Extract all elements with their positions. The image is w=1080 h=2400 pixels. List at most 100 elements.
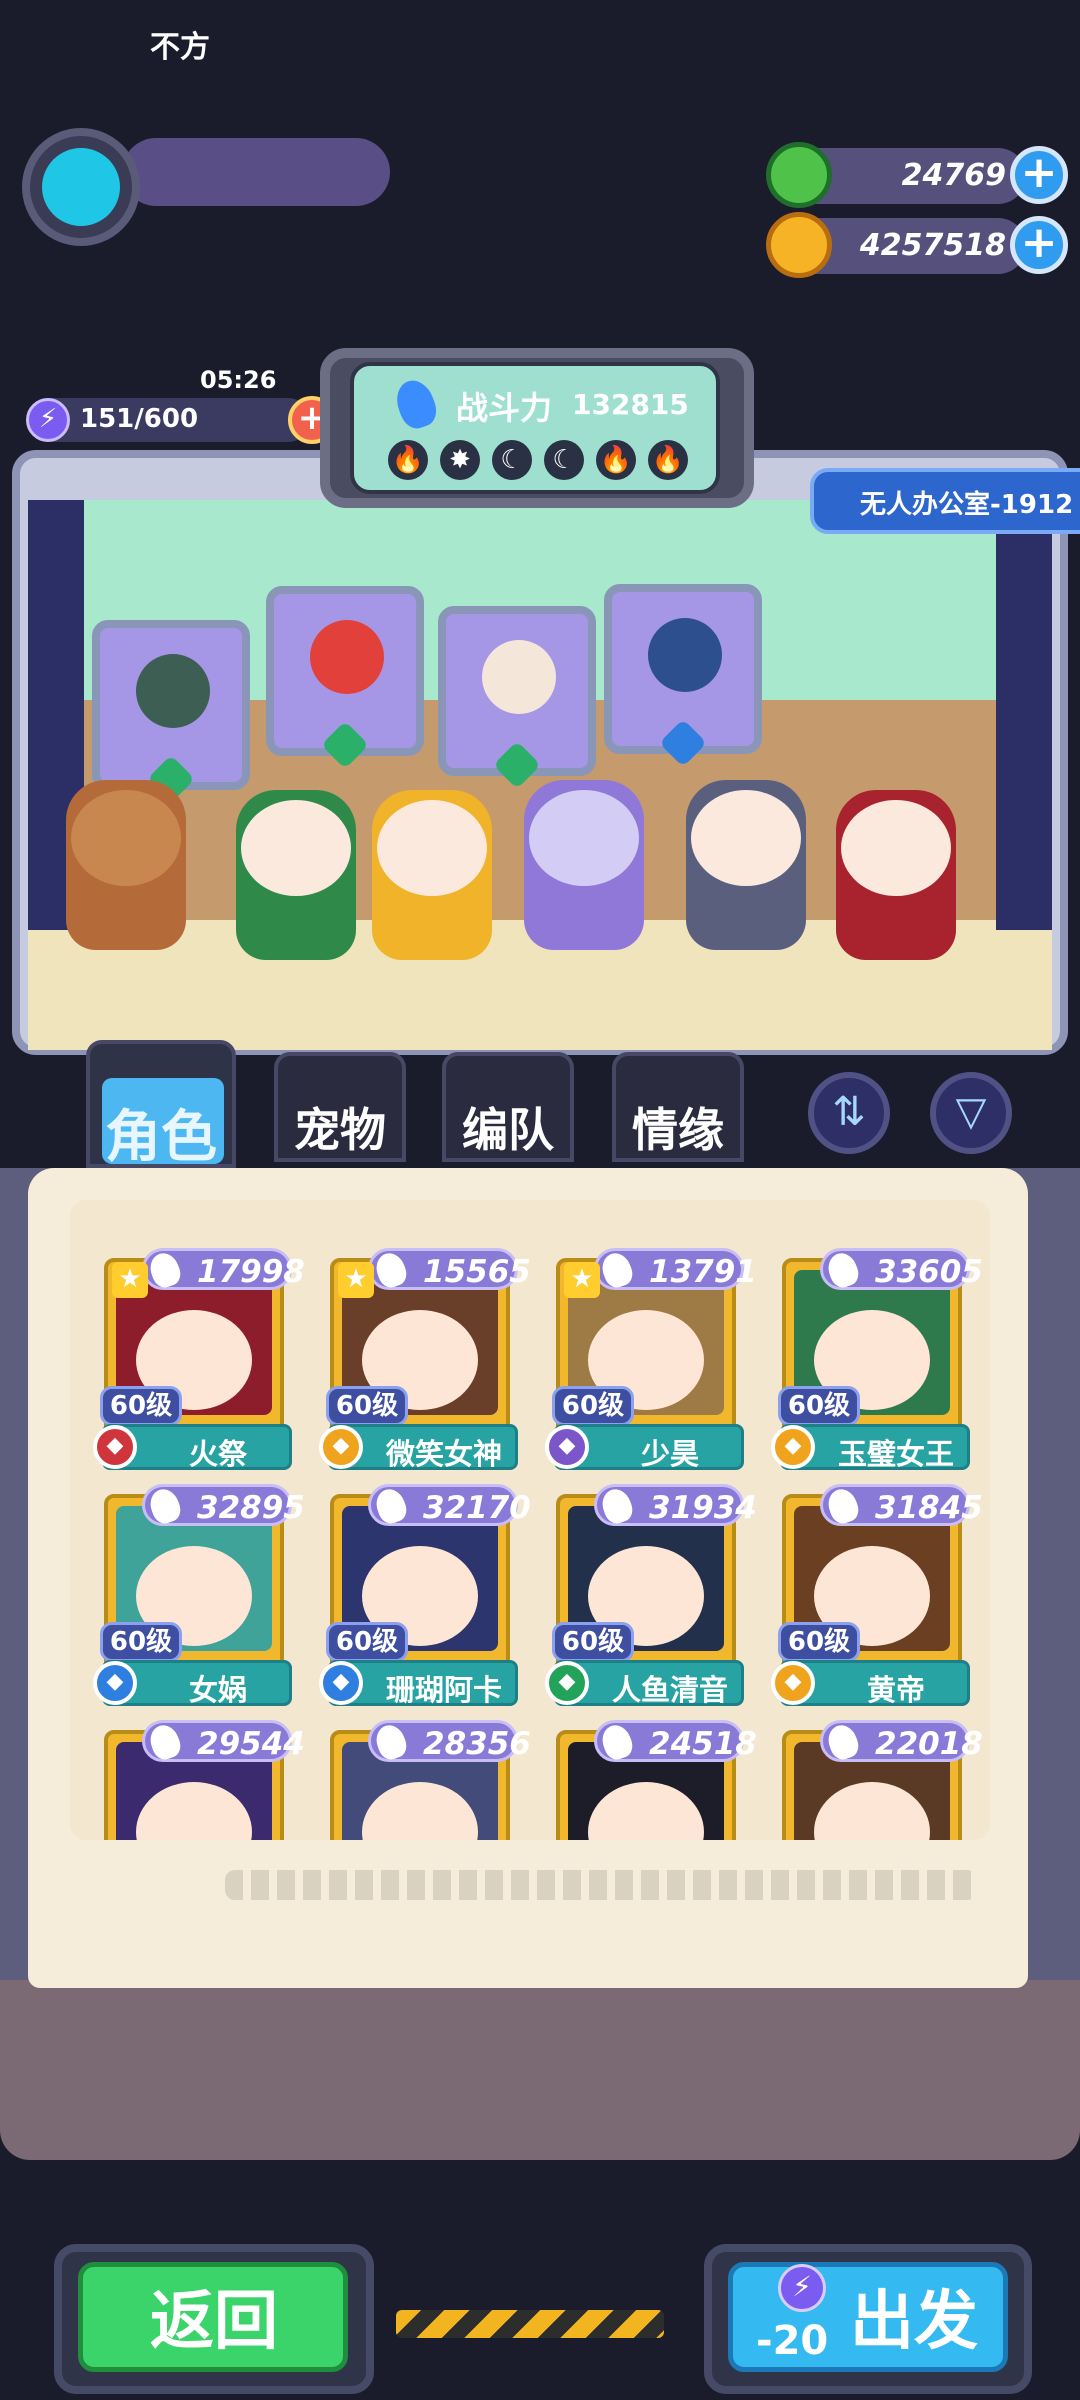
hero-hat[interactable]: [372, 790, 492, 960]
gold-currency-value: 4257518: [859, 228, 1006, 263]
card-level: 60级: [778, 1386, 860, 1426]
tab-bonds[interactable]: 情缘: [612, 1052, 744, 1162]
card-name: 女娲: [188, 1673, 247, 1707]
card-name: 少昊: [640, 1437, 699, 1471]
card-level: 60级: [552, 1386, 634, 1426]
avatar: [42, 148, 120, 226]
player-profile[interactable]: [22, 128, 390, 246]
power-badge: 33605: [820, 1248, 983, 1291]
power-badge: 15565: [368, 1248, 531, 1291]
tab-pets[interactable]: 宠物: [274, 1052, 406, 1162]
power-icon: [598, 1485, 636, 1527]
card-name: 微笑女神: [385, 1437, 502, 1471]
character-card[interactable]: 24518: [534, 1712, 757, 1840]
power-badge: 29544: [142, 1720, 305, 1763]
card-level: 60级: [100, 1386, 182, 1426]
player-name-pill: [122, 138, 390, 206]
card-power: 13791: [649, 1254, 757, 1290]
hero-red[interactable]: [836, 790, 956, 960]
card-name: 黄帝: [866, 1673, 925, 1707]
character-grid[interactable]: 17998 ★ 60级 ◆ 火祭 15565 ★ 60级 ◆ 微笑女神 13791 ★ 60级 ◆ 少昊 33…: [82, 1240, 992, 1840]
card-name-bar: ◆ 玉璧女王: [771, 1424, 970, 1471]
hero-purple[interactable]: [524, 780, 644, 950]
energy-timer: 05:26: [200, 366, 277, 394]
back-button-label: 返回: [150, 2285, 278, 2359]
card-name-bar: ◆ 少昊: [545, 1424, 744, 1471]
element-badge-icon: ◆: [771, 1661, 815, 1705]
card-power: 24518: [649, 1726, 757, 1762]
card-name-bar: ◆ 微笑女神: [319, 1424, 518, 1471]
battle-power-value: 132815: [572, 388, 689, 421]
fire-element-icon: 🔥: [388, 440, 428, 480]
add-green-currency-button[interactable]: +: [1010, 146, 1068, 204]
filter-button[interactable]: ▽: [930, 1072, 1012, 1154]
fire-element-icon: 🔥: [596, 440, 636, 480]
filter-icon: ▽: [955, 1089, 987, 1135]
power-icon: [372, 1485, 410, 1527]
character-card[interactable]: 32170 60级 ◆ 珊瑚阿卡: [308, 1476, 531, 1707]
pet-slot-1[interactable]: [92, 620, 250, 804]
power-badge: 31934: [594, 1484, 757, 1527]
card-name: 玉璧女王: [837, 1437, 954, 1471]
dark-element-icon: ☾: [492, 440, 532, 480]
power-icon: [824, 1721, 862, 1763]
element-badge-icon: ◆: [771, 1425, 815, 1469]
card-power: 17998: [197, 1254, 305, 1290]
tab-bonds-label: 情缘: [632, 1103, 724, 1157]
character-card[interactable]: 33605 60级 ◆ 玉璧女王: [760, 1240, 983, 1471]
power-icon: [372, 1721, 410, 1763]
card-power: 33605: [875, 1254, 983, 1290]
robot-pet-icon: [648, 618, 722, 692]
location-name: 无人办公室-1912: [860, 490, 1074, 520]
character-card[interactable]: 31845 60级 ◆ 黄帝: [760, 1476, 983, 1707]
card-name-bar: ◆ 黄帝: [771, 1660, 970, 1707]
hero-green[interactable]: [236, 790, 356, 960]
character-card[interactable]: 22018: [760, 1712, 983, 1840]
ghost-pet-icon: [482, 640, 556, 714]
tab-roles[interactable]: 角色: [86, 1040, 236, 1170]
star-icon: ★: [564, 1262, 600, 1298]
card-name: 火祭: [188, 1437, 247, 1471]
tab-formation[interactable]: 编队: [442, 1052, 574, 1162]
pet-slot-3[interactable]: [438, 606, 596, 790]
card-power: 31934: [649, 1490, 757, 1526]
green-coin-icon: [766, 142, 832, 208]
power-icon: [146, 1485, 184, 1527]
card-name-bar: ◆ 人鱼清音: [545, 1660, 744, 1707]
power-icon: [372, 1249, 410, 1291]
character-card[interactable]: 32895 60级 ◆ 女娲: [82, 1476, 305, 1707]
character-card[interactable]: 15565 ★ 60级 ◆ 微笑女神: [308, 1240, 531, 1471]
mushroom-pet-icon: [310, 620, 384, 694]
character-card[interactable]: 31934 60级 ◆ 人鱼清音: [534, 1476, 757, 1707]
fire-element-icon: 🔥: [648, 440, 688, 480]
character-card[interactable]: 28356: [308, 1712, 531, 1840]
power-icon: [598, 1721, 636, 1763]
player-name: 不方: [150, 30, 210, 65]
card-name-bar: ◆ 火祭: [93, 1424, 292, 1471]
hero-bull[interactable]: [66, 780, 186, 950]
lightning-icon: ⚡: [778, 2264, 826, 2312]
sort-button[interactable]: ⇅: [808, 1072, 890, 1154]
power-icon: [824, 1485, 862, 1527]
element-badge-icon: ◆: [545, 1661, 589, 1705]
character-card[interactable]: 13791 ★ 60级 ◆ 少昊: [534, 1240, 757, 1471]
blurred-text: [225, 1870, 977, 1900]
avatar-frame[interactable]: [22, 128, 140, 246]
tab-pets-label: 宠物: [294, 1103, 386, 1157]
character-card[interactable]: 29544: [82, 1712, 305, 1840]
power-icon: [146, 1249, 184, 1291]
card-level: 60级: [778, 1622, 860, 1662]
battle-power-label: 战斗力: [456, 389, 553, 427]
card-power: 32895: [197, 1490, 305, 1526]
character-card[interactable]: 17998 ★ 60级 ◆ 火祭: [82, 1240, 305, 1471]
pet-slot-4[interactable]: [604, 584, 762, 768]
element-badge-icon: ◆: [93, 1661, 137, 1705]
pet-slot-2[interactable]: [266, 586, 424, 770]
power-badge: 24518: [594, 1720, 757, 1763]
energy-value: 151/600: [80, 404, 199, 434]
card-level: 60级: [552, 1622, 634, 1662]
hero-silver[interactable]: [686, 780, 806, 950]
card-name-bar: ◆ 女娲: [93, 1660, 292, 1707]
add-gold-currency-button[interactable]: +: [1010, 216, 1068, 274]
power-icon: [598, 1249, 636, 1291]
